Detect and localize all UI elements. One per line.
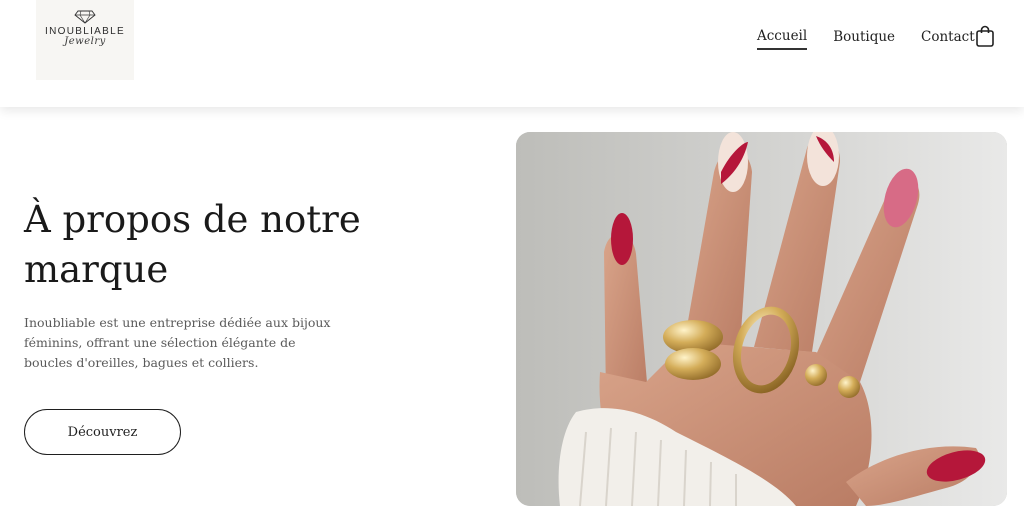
cart-button[interactable] (975, 25, 995, 47)
diamond-icon (74, 10, 96, 24)
hero-title: À propos de notre marque (24, 198, 361, 291)
nav-link-boutique[interactable]: Boutique (833, 29, 895, 49)
brand-tagline: Jewelry (64, 36, 106, 47)
brand-logo[interactable]: INOUBLIABLE Jewelry (36, 0, 134, 80)
shopping-bag-icon (976, 25, 994, 47)
discover-button[interactable]: Découvrez (24, 409, 181, 455)
nav-link-accueil[interactable]: Accueil (757, 28, 808, 50)
main-nav: Accueil Boutique Contact (757, 28, 1001, 50)
hero-image (516, 132, 1007, 506)
nav-link-contact[interactable]: Contact (921, 29, 975, 49)
site-header: INOUBLIABLE Jewelry Accueil Boutique Con… (0, 0, 1024, 107)
hero-description: Inoubliable est une entreprise dédiée au… (24, 315, 331, 370)
hand-with-rings-illustration (516, 132, 1007, 506)
